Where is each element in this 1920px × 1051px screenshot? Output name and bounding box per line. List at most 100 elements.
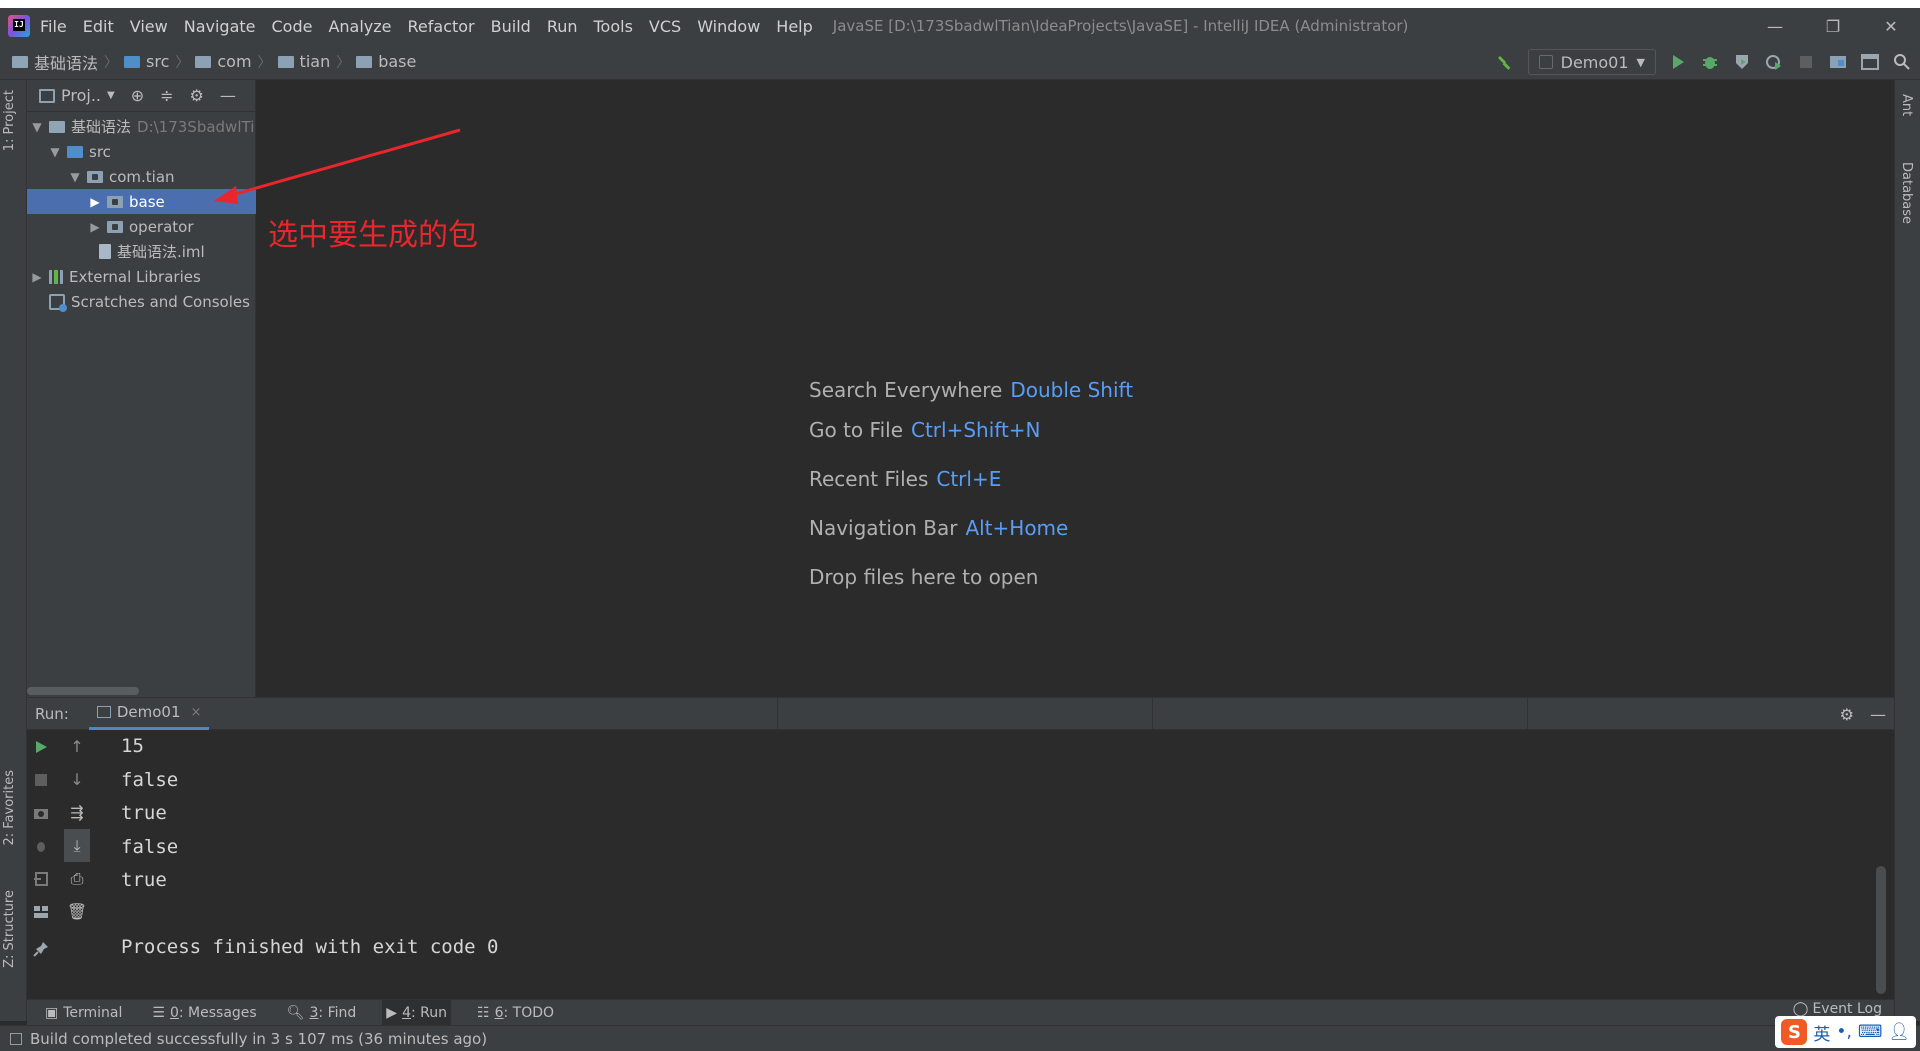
collapsed-arrow-icon[interactable]: ▶ [87, 195, 103, 209]
stop-icon[interactable] [28, 763, 54, 796]
tab-favorites[interactable]: 2: Favorites [2, 770, 17, 846]
ime-user-icon[interactable]: 👤︎ [1888, 1022, 1910, 1042]
tree-item-iml[interactable]: 基础语法.iml [27, 239, 256, 264]
tool-run[interactable]: ▶ 4: Run [382, 999, 451, 1026]
arrow-up-icon[interactable]: ↑ [64, 730, 90, 763]
tool-terminal[interactable]: ▣ Terminal [41, 1000, 126, 1026]
soft-wrap-icon[interactable]: ⇶ [64, 796, 90, 829]
menu-code[interactable]: Code [272, 17, 313, 36]
collapsed-arrow-icon[interactable]: ▶ [29, 270, 45, 284]
tool-messages[interactable]: ☰ 0: Messages [148, 1000, 260, 1026]
tree-item-base[interactable]: ▶ base [27, 189, 256, 214]
scroll-to-end-icon[interactable]: ⤓ [64, 829, 90, 862]
breadcrumb-module[interactable]: 基础语法 〉 [12, 50, 124, 74]
tool-find[interactable]: 🔍︎ 3: Find [283, 1000, 361, 1026]
menu-vcs[interactable]: VCS [649, 17, 681, 36]
menu-edit[interactable]: Edit [83, 17, 114, 36]
build-hammer-icon[interactable] [1496, 52, 1516, 72]
tree-item-com-tian[interactable]: ▼ com.tian [27, 164, 256, 189]
menu-refactor[interactable]: Refactor [408, 17, 475, 36]
menu-navigate[interactable]: Navigate [184, 17, 256, 36]
tab-ant[interactable]: Ant [1899, 94, 1914, 116]
project-view-select[interactable]: Proj.. ▼ [39, 86, 115, 105]
menu-help[interactable]: Help [776, 17, 812, 36]
menu-run[interactable]: Run [547, 17, 578, 36]
profile-icon[interactable] [1764, 52, 1784, 72]
run-configuration-select[interactable]: Demo01 ▼ [1527, 49, 1656, 75]
menu-file[interactable]: File [40, 17, 67, 36]
expand-arrow-icon[interactable]: ▼ [67, 170, 83, 184]
console-output[interactable]: 15 false true false true Process finishe… [115, 730, 1864, 999]
expand-arrow-icon[interactable]: ▼ [47, 145, 63, 159]
menu-view[interactable]: View [130, 17, 168, 36]
tree-item-module[interactable]: ▼ 基础语法 D:\173SbadwlTi [27, 114, 256, 139]
debug-icon[interactable] [1700, 52, 1720, 72]
tab-structure[interactable]: Z: Structure [2, 890, 17, 968]
breadcrumb-com[interactable]: com 〉 [195, 52, 277, 72]
ime-keyboard-icon[interactable]: ⌨ [1858, 1022, 1883, 1042]
tree-item-src[interactable]: ▼ src [27, 139, 256, 164]
collapse-all-icon[interactable]: ≑ [160, 86, 173, 105]
breadcrumb-label: base [378, 52, 417, 71]
ime-mode[interactable]: 英 [1813, 1020, 1830, 1045]
horizontal-scrollbar[interactable] [27, 687, 139, 695]
editor-empty-area[interactable]: Search Everywhere Double Shift Go to File… [256, 80, 1894, 697]
run-tab-demo01[interactable]: Demo01 × [88, 698, 210, 730]
gear-icon[interactable]: ⚙ [190, 86, 204, 105]
menu-analyze[interactable]: Analyze [328, 17, 391, 36]
menu-window[interactable]: Window [697, 17, 760, 36]
chevron-down-icon: ▼ [107, 90, 115, 101]
hint-recent-files: Recent Files Ctrl+E [809, 467, 1002, 491]
breadcrumb-tian[interactable]: tian 〉 [277, 52, 357, 72]
iml-file-icon [99, 244, 111, 259]
run-tool-window: Run: Demo01 × ⚙ — ↑ ↓ ⇶ ⤓ ⎙ 🗑 15 false t… [27, 697, 1894, 999]
vertical-scrollbar[interactable] [1876, 866, 1886, 994]
coverage-icon[interactable] [1732, 52, 1752, 72]
ime-punctuation[interactable]: •, [1836, 1022, 1851, 1042]
search-icon[interactable] [1892, 52, 1912, 72]
ime-toolbar[interactable]: S 英 •, ⌨ 👤︎ [1775, 1016, 1916, 1048]
menu-tools[interactable]: Tools [594, 17, 633, 36]
project-structure-icon[interactable] [1828, 52, 1848, 72]
close-tab-icon[interactable]: × [190, 705, 201, 720]
run-tab-label: Demo01 [116, 703, 181, 721]
tool-todo[interactable]: ☷ 6: TODO [473, 1000, 558, 1026]
hide-panel-icon[interactable]: — [1870, 705, 1886, 724]
restore-button[interactable]: ❐ [1804, 8, 1862, 44]
exit-icon[interactable] [28, 862, 54, 895]
breadcrumb-src[interactable]: src 〉 [124, 52, 195, 72]
run-header: Run: Demo01 × ⚙ — [27, 698, 1894, 730]
tab-database[interactable]: Database [1899, 162, 1914, 224]
menu-build[interactable]: Build [491, 17, 531, 36]
print-icon[interactable]: ⎙ [64, 862, 90, 895]
arrow-down-icon[interactable]: ↓ [64, 763, 90, 796]
console-line: false [121, 835, 179, 858]
breadcrumb-base[interactable]: base [356, 52, 416, 71]
minimize-button[interactable]: — [1746, 8, 1804, 44]
trash-icon[interactable]: 🗑 [64, 895, 90, 928]
tree-item-external-libraries[interactable]: ▶ External Libraries [27, 264, 256, 289]
event-log-button[interactable]: ◯ Event Log [1793, 1001, 1882, 1017]
chevron-down-icon: ▼ [1636, 55, 1645, 69]
close-window-button[interactable]: ✕ [1862, 8, 1920, 44]
debug-icon[interactable] [28, 829, 54, 862]
hide-panel-icon[interactable]: — [220, 86, 236, 105]
terminal-layout-icon[interactable] [1860, 52, 1880, 72]
run-icon[interactable] [1668, 52, 1688, 72]
expand-arrow-icon[interactable]: ▼ [29, 120, 45, 134]
tree-item-label: src [89, 142, 111, 161]
rerun-icon[interactable] [28, 730, 54, 763]
gear-icon[interactable]: ⚙ [1840, 705, 1854, 724]
tab-project[interactable]: 1: Project [2, 90, 17, 151]
status-toggle-icon[interactable] [10, 1032, 22, 1045]
source-folder-icon [67, 145, 83, 158]
camera-icon[interactable] [28, 796, 54, 829]
collapsed-arrow-icon[interactable]: ▶ [87, 220, 103, 234]
layout-icon[interactable] [28, 895, 54, 928]
tree-item-operator[interactable]: ▶ operator [27, 214, 256, 239]
tree-item-scratches[interactable]: Scratches and Consoles [27, 289, 256, 314]
console-line: Process finished with exit code 0 [121, 936, 499, 958]
locate-file-icon[interactable]: ⊕ [131, 86, 144, 105]
stop-icon[interactable] [1796, 52, 1816, 72]
pin-icon[interactable] [28, 932, 54, 965]
